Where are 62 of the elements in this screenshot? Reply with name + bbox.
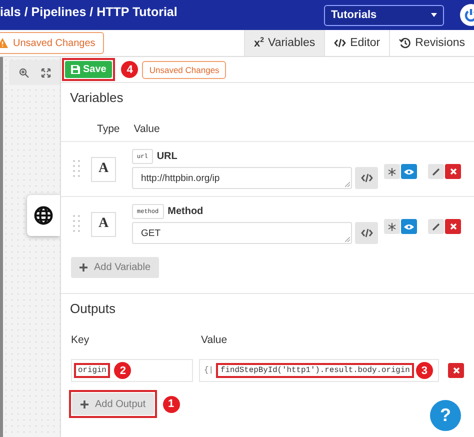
delete-button[interactable] bbox=[448, 363, 464, 378]
column-header: Type bbox=[97, 123, 120, 135]
edit-button[interactable] bbox=[428, 164, 444, 179]
variable-label: Method bbox=[168, 206, 204, 217]
breadcrumb: ials / Pipelines / HTTP Tutorial bbox=[0, 5, 178, 19]
section-title: Variables bbox=[70, 90, 124, 105]
step-marker: 3 bbox=[416, 362, 433, 379]
close-icon bbox=[450, 223, 456, 230]
pencil-icon bbox=[432, 222, 440, 230]
eye-icon bbox=[404, 224, 414, 230]
close-icon bbox=[450, 168, 456, 175]
zoom-in-icon[interactable] bbox=[18, 68, 28, 78]
code-button[interactable] bbox=[355, 167, 378, 189]
delete-button[interactable] bbox=[445, 164, 461, 179]
column-header: Value bbox=[134, 123, 160, 135]
edit-button[interactable] bbox=[428, 219, 444, 234]
step-marker: 2 bbox=[114, 362, 132, 379]
visibility-toggle[interactable] bbox=[401, 219, 417, 234]
variable-label: URL bbox=[156, 151, 178, 162]
tab[interactable]: x$^{2}$ Variables bbox=[244, 30, 324, 56]
section-title: Outputs bbox=[70, 301, 117, 316]
close-icon bbox=[452, 367, 460, 374]
plus-icon bbox=[80, 400, 89, 408]
asterisk-icon bbox=[388, 168, 396, 176]
column-header: Key bbox=[71, 334, 90, 346]
plus-icon bbox=[79, 263, 88, 272]
delete-button[interactable] bbox=[445, 219, 461, 234]
history-icon bbox=[399, 37, 412, 49]
add-variable-button[interactable]: Add Variable bbox=[71, 257, 159, 278]
type-glyph[interactable]: A bbox=[91, 156, 116, 182]
project-select[interactable]: Tutorials bbox=[324, 4, 444, 26]
value-field[interactable]: GET bbox=[132, 222, 352, 244]
unsaved-badge: Unsaved Changes bbox=[0, 32, 104, 54]
resize-grip-icon bbox=[345, 237, 350, 242]
variables-icon: x$^{2}$ bbox=[254, 36, 264, 50]
tab[interactable]: Editor bbox=[324, 30, 390, 56]
code-icon bbox=[360, 173, 372, 183]
code-icon bbox=[360, 228, 372, 238]
pencil-icon bbox=[432, 168, 440, 176]
code-icon bbox=[334, 38, 346, 48]
drag-handle-icon[interactable] bbox=[73, 160, 80, 178]
add-output-button[interactable]: Add Output bbox=[72, 393, 154, 415]
tab[interactable]: Revisions bbox=[389, 30, 474, 56]
resize-grip-icon bbox=[345, 182, 350, 187]
fit-view-icon[interactable] bbox=[40, 68, 50, 78]
secret-toggle[interactable] bbox=[384, 164, 400, 179]
unsaved-badge: Unsaved Changes bbox=[142, 60, 226, 78]
globe-icon bbox=[34, 206, 53, 225]
step-marker: 4 bbox=[121, 61, 138, 78]
visibility-toggle[interactable] bbox=[401, 164, 417, 179]
column-header: Value bbox=[201, 334, 228, 346]
eye-icon bbox=[404, 168, 414, 174]
caret-icon bbox=[431, 13, 437, 17]
power-icon bbox=[464, 8, 474, 22]
secret-toggle[interactable] bbox=[384, 219, 400, 234]
code-button[interactable] bbox=[355, 222, 378, 244]
asterisk-icon bbox=[388, 222, 396, 230]
type-glyph[interactable]: A bbox=[91, 212, 116, 236]
drag-handle-icon[interactable] bbox=[73, 215, 80, 233]
value-field[interactable]: http://httpbin.org/ip bbox=[132, 167, 352, 189]
step-node[interactable] bbox=[27, 195, 60, 236]
step-marker: 1 bbox=[162, 396, 180, 412]
